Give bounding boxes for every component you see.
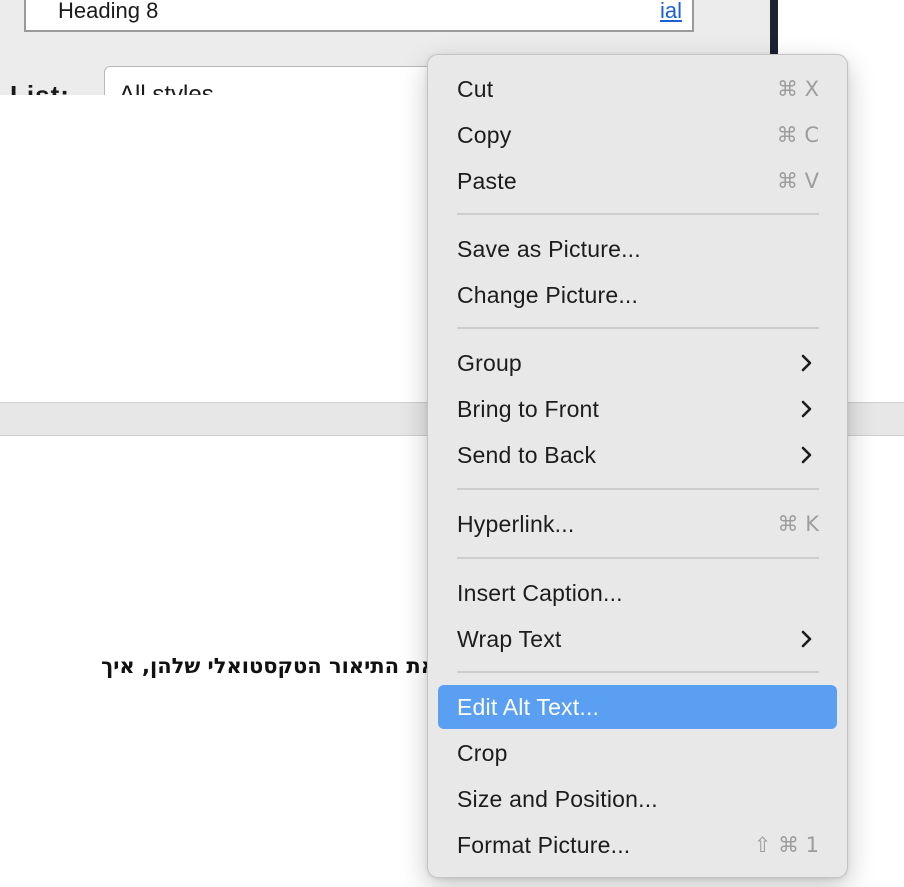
menu-item-size-and-position[interactable]: Size and Position... <box>438 777 837 821</box>
menu-item-label: Copy <box>457 122 512 148</box>
menu-item-paste[interactable]: Paste ⌘ V <box>438 159 837 203</box>
menu-separator <box>457 213 819 215</box>
menu-item-label: Insert Caption... <box>457 580 623 606</box>
menu-separator <box>457 488 819 490</box>
chevron-right-icon <box>801 400 812 418</box>
menu-item-label: Edit Alt Text... <box>457 694 600 720</box>
document-text: את התיאור הטקסטואלי שלהן, איך <box>101 654 436 678</box>
screen: Heading 8 ial List: All styles את התיאור… <box>0 0 904 887</box>
menu-item-label: Group <box>457 350 522 376</box>
menu-item-label: Paste <box>457 168 517 194</box>
menu-item-cut[interactable]: Cut ⌘ X <box>438 67 837 111</box>
style-preview-box[interactable]: Heading 8 ial <box>24 0 694 32</box>
menu-separator <box>457 327 819 329</box>
menu-item-label: Save as Picture... <box>457 236 641 262</box>
menu-item-label: Send to Back <box>457 442 597 468</box>
list-select[interactable]: All styles <box>104 66 444 95</box>
menu-item-label: Size and Position... <box>457 786 658 812</box>
menu-item-change-picture[interactable]: Change Picture... <box>438 273 837 317</box>
menu-item-copy[interactable]: Copy ⌘ C <box>438 113 837 157</box>
menu-item-label: Cut <box>457 76 494 102</box>
list-select-value: All styles <box>119 81 214 95</box>
style-link[interactable]: ial <box>660 0 682 24</box>
style-name: Heading 8 <box>58 0 159 23</box>
context-menu: Cut ⌘ X Copy ⌘ C Paste ⌘ V Save as Pictu… <box>427 54 848 878</box>
shortcut-label: ⌘ X <box>776 77 819 101</box>
menu-item-label: Bring to Front <box>457 396 600 422</box>
menu-item-label: Hyperlink... <box>457 511 575 537</box>
menu-item-hyperlink[interactable]: Hyperlink... ⌘ K <box>438 502 837 546</box>
list-label: List: <box>10 80 70 95</box>
menu-separator <box>457 557 819 559</box>
shortcut-label: ⌘ V <box>776 169 819 193</box>
shortcut-label: ⌘ K <box>777 512 819 536</box>
chevron-right-icon <box>801 354 812 372</box>
menu-item-format-picture[interactable]: Format Picture... ⇧ ⌘ 1 <box>438 823 837 867</box>
menu-item-wrap-text[interactable]: Wrap Text <box>438 617 837 661</box>
chevron-right-icon <box>801 630 812 648</box>
menu-item-crop[interactable]: Crop <box>438 731 837 775</box>
menu-item-send-to-back[interactable]: Send to Back <box>438 433 837 477</box>
chevron-right-icon <box>801 446 812 464</box>
shortcut-label: ⌘ C <box>776 123 819 147</box>
menu-item-edit-alt-text[interactable]: Edit Alt Text... <box>438 685 837 729</box>
menu-item-label: Crop <box>457 740 508 766</box>
menu-item-label: Change Picture... <box>457 282 639 308</box>
menu-item-label: Wrap Text <box>457 626 562 652</box>
menu-item-save-as-picture[interactable]: Save as Picture... <box>438 227 837 271</box>
menu-separator <box>457 671 819 673</box>
menu-item-label: Format Picture... <box>457 832 631 858</box>
menu-item-insert-caption[interactable]: Insert Caption... <box>438 571 837 615</box>
menu-item-bring-to-front[interactable]: Bring to Front <box>438 387 837 431</box>
shortcut-label: ⇧ ⌘ 1 <box>753 833 819 857</box>
menu-item-group[interactable]: Group <box>438 341 837 385</box>
